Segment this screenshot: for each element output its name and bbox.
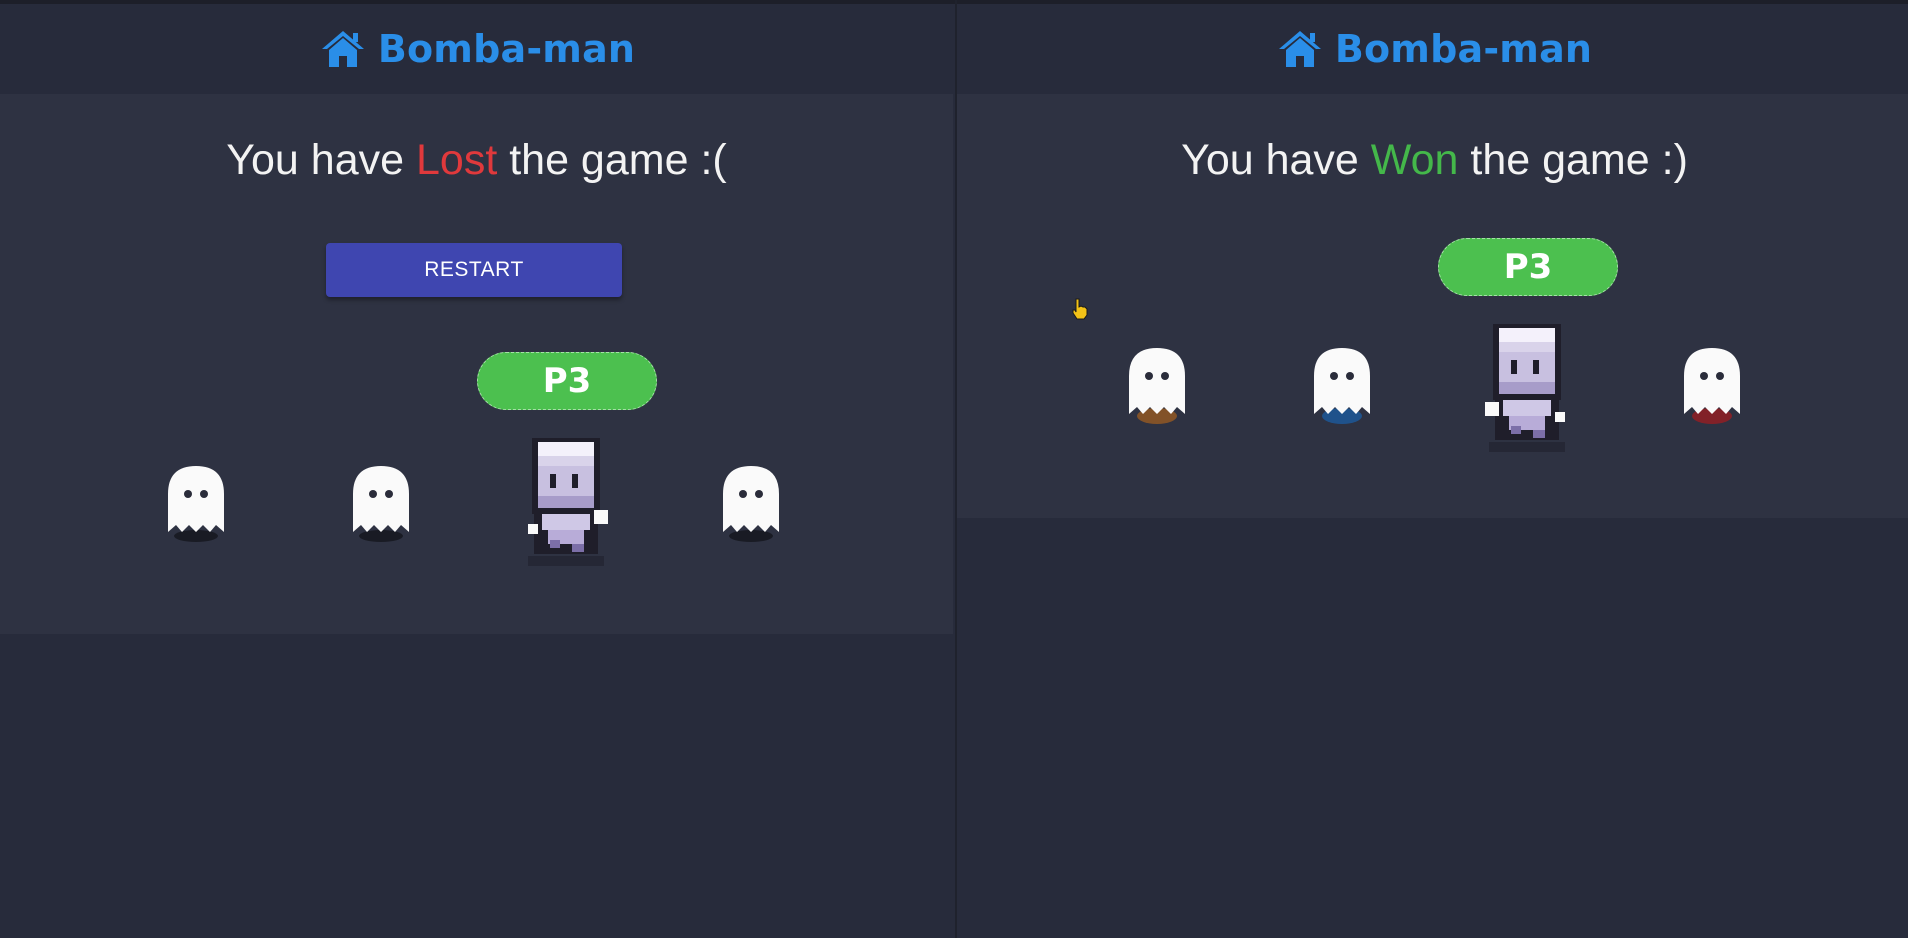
hand-cursor-icon [1071, 298, 1089, 320]
result-suffix: the game :( [497, 136, 727, 184]
result-status-won: Won [1370, 136, 1459, 184]
game-result-area: You have Lost the game :( RESTART P3 [0, 94, 953, 634]
left-game-panel: Bomba-man You have Lost the game :( REST… [0, 4, 955, 938]
player-tag: P3 [1438, 238, 1618, 296]
ghost-sprite [721, 464, 781, 544]
brand-link[interactable]: Bomba-man [378, 27, 635, 71]
ghost-sprite [351, 464, 411, 544]
result-suffix: the game :) [1458, 136, 1688, 184]
game-result-area: You have Won the game :) P3 [957, 94, 1908, 518]
result-prefix: You have [1181, 136, 1371, 184]
result-status-lost: Lost [415, 136, 498, 184]
result-message: You have Lost the game :( [0, 136, 953, 185]
result-message: You have Won the game :) [957, 136, 1908, 185]
ghost-sprite [166, 464, 226, 544]
ghost-sprite [1312, 346, 1372, 426]
result-prefix: You have [226, 136, 416, 184]
player-tag: P3 [477, 352, 657, 410]
home-icon[interactable] [320, 29, 366, 69]
ghost-sprite [1682, 346, 1742, 426]
brand-link[interactable]: Bomba-man [1335, 27, 1592, 71]
player-sprite [1481, 322, 1573, 454]
player-sprite [520, 436, 612, 568]
home-icon[interactable] [1277, 29, 1323, 69]
right-game-panel: Bomba-man You have Won the game :) P3 [957, 4, 1908, 938]
restart-button[interactable]: RESTART [326, 243, 622, 297]
header: Bomba-man [957, 4, 1908, 94]
ghost-sprite [1127, 346, 1187, 426]
header: Bomba-man [0, 4, 955, 94]
